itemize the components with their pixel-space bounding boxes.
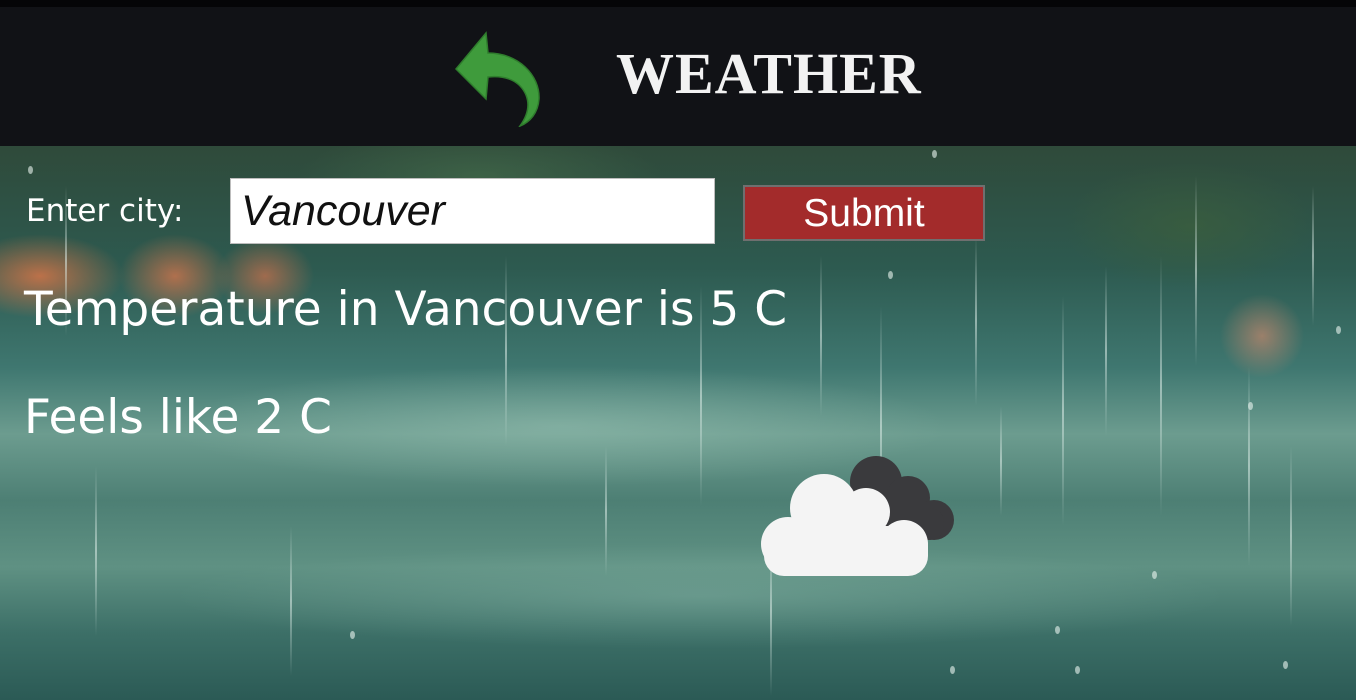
raindrop-streak [290,526,292,676]
page-title: WEATHER [616,41,922,106]
raindrop [1075,666,1080,674]
raindrop [888,271,893,279]
raindrop-streak [95,466,97,636]
back-arrow-icon[interactable] [448,27,544,127]
header-bar: WEATHER [0,0,1356,146]
cloudy-icon [761,456,954,576]
raindrop [1152,571,1157,579]
raindrop-streak [1062,296,1064,526]
raindrop [1055,626,1060,634]
raindrop [1336,326,1341,334]
raindrop [932,150,937,158]
weather-page: WEATHER Enter city: Submit T [0,0,1356,700]
raindrop [350,631,355,639]
raindrop-streak [1195,176,1197,366]
raindrop-streak [1290,446,1292,626]
raindrop-streak [1160,256,1162,516]
raindrop-streak [1105,266,1107,436]
raindrop-streak [1248,366,1250,566]
raindrop [950,666,955,674]
city-input[interactable] [230,178,715,244]
raindrop-streak [975,236,977,406]
city-label: Enter city: [26,193,184,229]
temperature-text: Temperature in Vancouver is 5 C [24,282,788,337]
raindrop-streak [1000,406,1002,516]
raindrop-streak [820,256,822,416]
submit-button[interactable]: Submit [743,185,985,241]
raindrop [1283,661,1288,669]
feels-like-text: Feels like 2 C [24,390,332,445]
raindrop-streak [1312,186,1314,326]
raindrop [28,166,33,174]
raindrop [1248,402,1253,410]
raindrop-streak [605,446,607,576]
